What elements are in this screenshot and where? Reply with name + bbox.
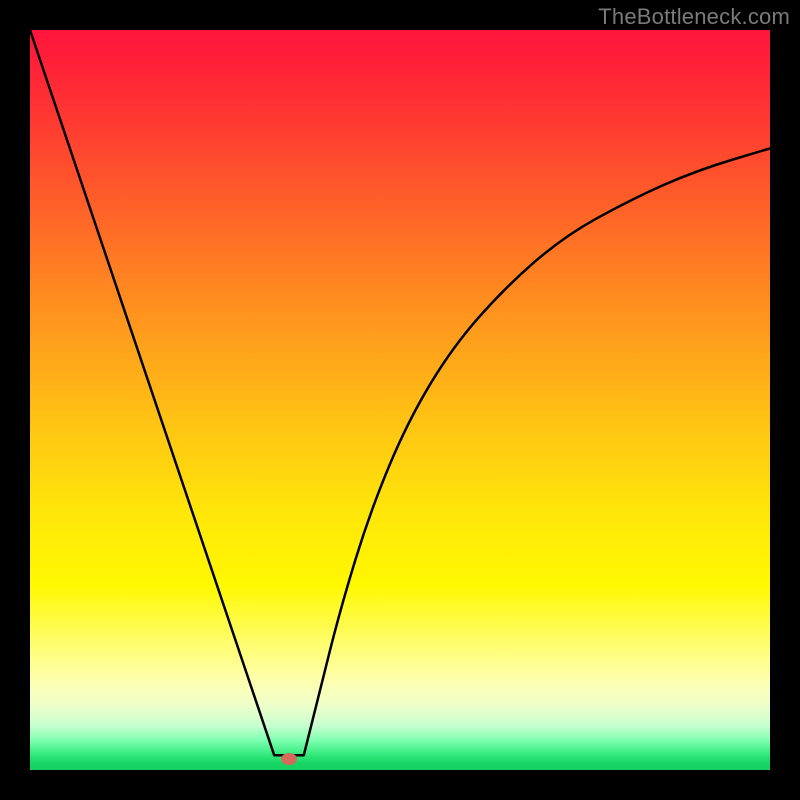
optimum-marker xyxy=(281,753,297,765)
chart-frame: TheBottleneck.com xyxy=(0,0,800,800)
watermark-text: TheBottleneck.com xyxy=(598,4,790,30)
bottleneck-curve xyxy=(30,30,770,770)
plot-area xyxy=(30,30,770,770)
curve-path xyxy=(30,30,770,755)
